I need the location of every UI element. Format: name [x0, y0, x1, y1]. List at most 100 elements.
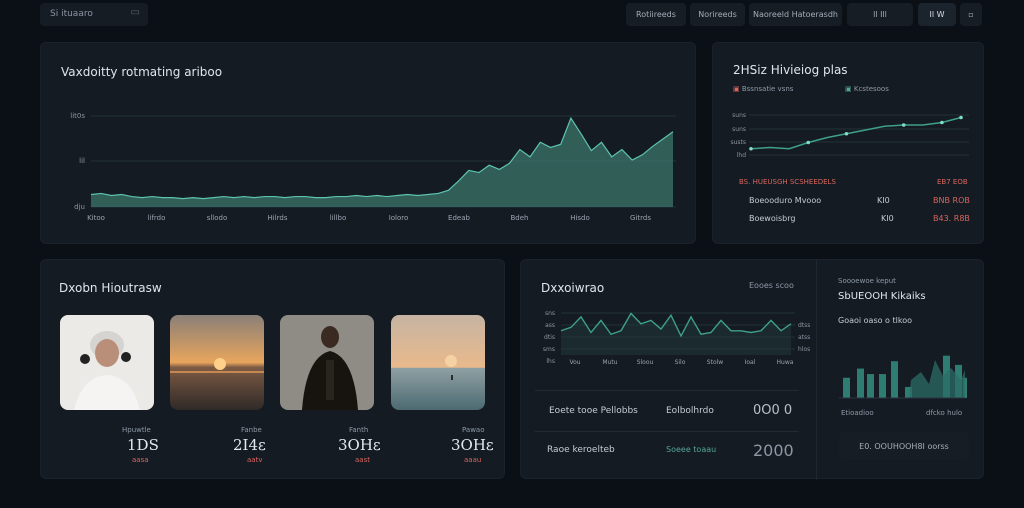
x-tick-label: Hilrds [268, 214, 288, 222]
volatility-area [91, 118, 673, 207]
summary-row-2-mid: KI0 [881, 214, 894, 223]
summary-row-1-label: Boeooduro Mvooo [749, 196, 822, 205]
y-tick-label: dju [74, 203, 85, 211]
right-tick-label: hlos [798, 346, 810, 353]
media-thumb-sea[interactable] [391, 315, 485, 410]
top-button-3-label: Naoreeld Hatoerasdh [753, 10, 838, 19]
y-tick-label: dtis [544, 334, 555, 341]
divider [535, 390, 799, 391]
y-tick-label: susts [730, 139, 746, 146]
dropdown-icon: ▭ [130, 7, 140, 18]
x-tick-label: Stolw [707, 359, 723, 366]
y-tick-label: lil [79, 157, 85, 165]
summary-header-left: BS. HUEUSGH SCSHEEDELS [739, 178, 836, 186]
side-line: Goaoi oaso o tlkoo [838, 316, 912, 325]
side-bar [867, 374, 874, 398]
top-button-3[interactable]: Naoreeld Hatoerasdh [749, 3, 842, 26]
summary-row-1-mid: KI0 [877, 196, 890, 205]
side-action-button-label: E0. OOUHOOH8I oorss [859, 441, 949, 451]
card-4-value: 3OHε [451, 436, 494, 454]
search-text: Si ituaaro [50, 9, 93, 19]
bottom-row-2-mid: Soeee toaau [666, 445, 717, 454]
card-4-caption: Pawao [462, 426, 485, 434]
media-thumb-sunset[interactable] [170, 315, 264, 410]
x-tick-label: Huwa [777, 359, 794, 366]
right-tick-label: atss [798, 334, 810, 341]
top-button-1-label: Rotiireeds [636, 10, 676, 19]
search-input[interactable]: Si ituaaro ▭ [40, 3, 148, 26]
x-tick-label: Gitrds [630, 214, 651, 222]
sea-image [391, 315, 485, 410]
sunset-image [170, 315, 264, 410]
top-button-1[interactable]: Rotiireeds [626, 3, 686, 26]
weekly-point [901, 123, 906, 127]
summary-header-right: EB7 EOB [937, 178, 968, 186]
top-icon-button-2-label: Il W [929, 10, 945, 19]
card-3-value: 3OHε [338, 436, 381, 454]
card-3-caption: Fanth [349, 426, 369, 434]
bottom-row-2-value: 2000 [753, 441, 794, 460]
card-1-caption: Hpuwtle [122, 426, 151, 434]
x-tick-label: Vou [569, 359, 580, 366]
side-subtitle: Soooewoe keput [838, 277, 896, 285]
top-icon-button-2[interactable]: Il W [918, 3, 956, 26]
side-bar [891, 361, 898, 398]
y-tick-label: ass [545, 322, 555, 329]
weekly-point [959, 115, 963, 120]
y-tick-label: suns [732, 112, 746, 119]
x-tick-label: sllodo [207, 214, 228, 222]
weekly-point [749, 146, 753, 151]
card-1-value: 1DS [127, 436, 159, 454]
window-icon-button[interactable]: ▫ [960, 3, 982, 26]
volatility-chart: lit0s lil dju Kitoo lifrdo sllodo Hilrds lillb… [70, 112, 676, 222]
x-tick-label: lifrdo [148, 214, 166, 222]
card-2-caption: Fanbe [241, 426, 262, 434]
side-title: SbUEOOH Kikaiks [838, 291, 926, 302]
y-tick-label: lhd [737, 152, 746, 159]
side-bar [843, 377, 850, 398]
y-tick-label: sns [545, 310, 555, 317]
person-image [280, 315, 374, 410]
media-thumb-portrait[interactable] [60, 315, 154, 410]
bottom-row-1-value: 0O0 0 [753, 403, 793, 418]
side-x-tick-2: dfcko hulo [926, 409, 963, 417]
x-tick-label: Hisdo [570, 214, 590, 222]
x-tick-label: Silo [675, 359, 686, 366]
x-tick-label: Mutu [602, 359, 617, 366]
media-thumb-person[interactable] [280, 315, 374, 410]
side-chart [839, 355, 967, 399]
side-action-button[interactable]: E0. OOUHOOH8I oorss [839, 432, 969, 460]
side-bar [857, 368, 864, 398]
top-button-2[interactable]: Norireeds [690, 3, 745, 26]
y-tick-label: lhs [546, 358, 555, 365]
volatility-panel: Vaxdoitty rotmating ariboo lit0s lil dju K… [40, 42, 696, 244]
weekly-point [844, 131, 849, 136]
summary-row-2-label: Boewoisbrg [749, 214, 796, 223]
bottom-chart: sns ass dtis sms lhs dtss atss hlos Vou Mutu Slo… [543, 310, 811, 366]
top-button-2-label: Norireeds [698, 10, 737, 19]
side-x-tick-1: Etioadioo [841, 409, 874, 417]
divider [535, 431, 799, 432]
bottom-row-1-mid: Eolbolhrdo [666, 406, 714, 416]
window-icon: ▫ [968, 10, 974, 19]
summary-row-1-value: BNB ROB [933, 196, 970, 205]
weekly-point [806, 140, 811, 145]
card-3-sub: aast [355, 456, 370, 464]
x-tick-label: lillbo [330, 214, 347, 222]
divider-vertical [816, 260, 817, 480]
x-tick-label: Sloou [637, 359, 654, 366]
bottom-row-2-label: Raoe keroelteb [547, 445, 615, 455]
weekly-point [940, 120, 944, 125]
x-tick-label: Kitoo [87, 214, 105, 222]
card-1-sub: aasa [132, 456, 149, 464]
summary-row-2-value: B43. R8B [933, 214, 970, 223]
bottom-area [561, 313, 791, 355]
x-tick-label: Ioloro [389, 214, 409, 222]
top-icon-button-1-label: ll Ill [873, 10, 887, 19]
top-icon-button-1[interactable]: ll Ill [847, 3, 913, 26]
x-tick-label: Edeab [448, 214, 470, 222]
media-title: Dxobn Hioutrasw [59, 281, 162, 295]
card-4-sub: aaau [464, 456, 482, 464]
side-bar [879, 374, 886, 398]
card-2-value: 2I4ε [233, 436, 266, 454]
